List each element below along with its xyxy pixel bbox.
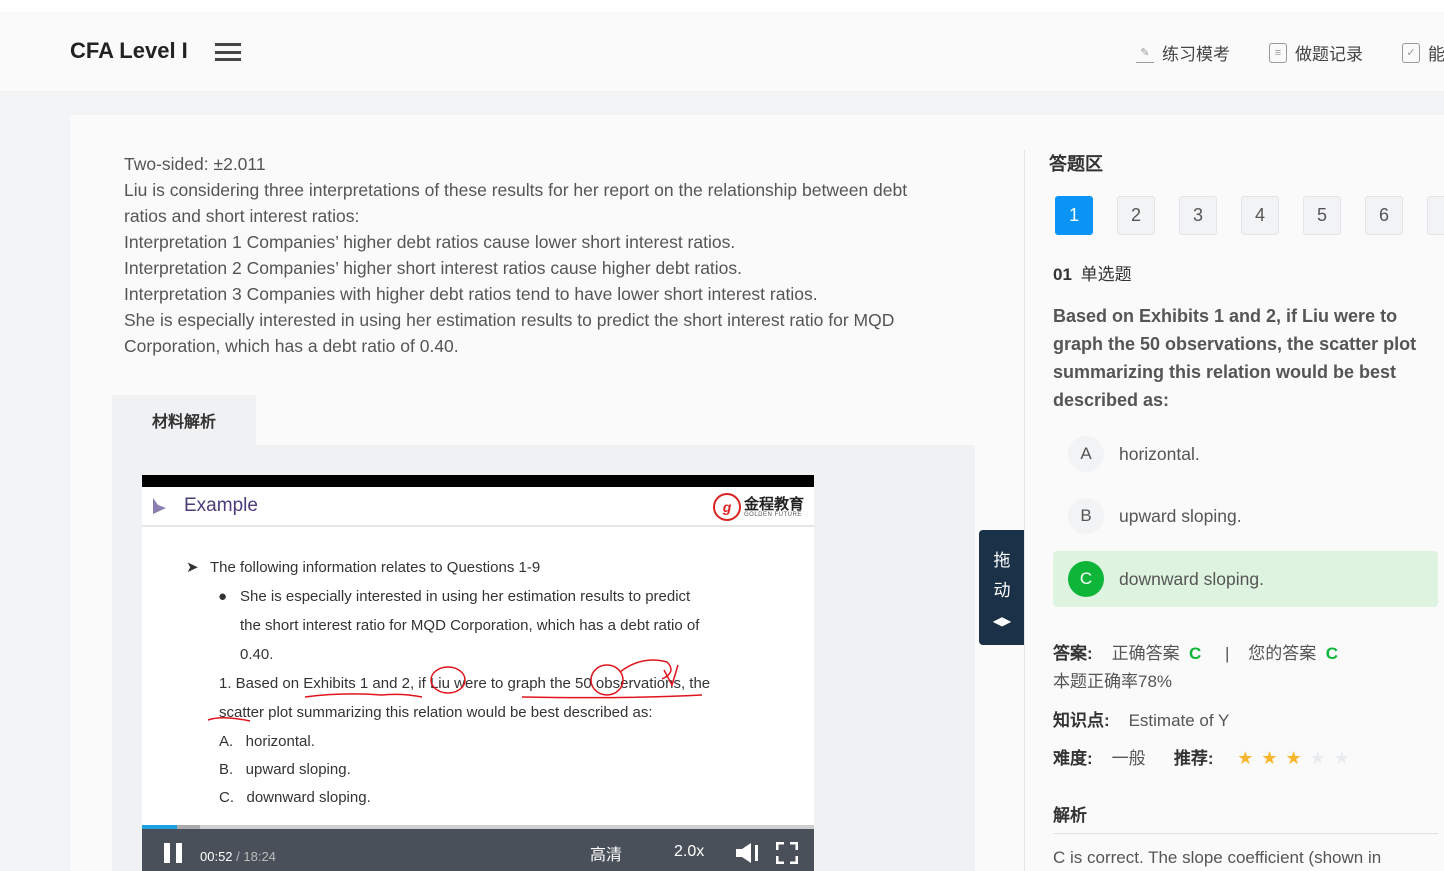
drag-label: 拖 [993, 551, 1011, 570]
recommend-label: 推荐: [1173, 749, 1214, 768]
question-number-nav: 1 2 3 4 5 6 [1055, 196, 1444, 235]
passage: Two-sided: ±2.011 Liu is considering thr… [124, 151, 944, 359]
passage-line: Two-sided: ±2.011 [124, 154, 266, 174]
correct-answer-label: 正确答案 [1111, 644, 1180, 663]
question-number: 01 [1053, 265, 1072, 284]
option-text: horizontal. [1119, 443, 1200, 464]
option-c[interactable]: Cdownward sloping. [1053, 551, 1438, 607]
analysis-title: 解析 [1053, 806, 1087, 825]
clipboard-icon: ≡ [1269, 42, 1287, 63]
option-b[interactable]: Bupward sloping. [1053, 488, 1438, 544]
rating-stars: ★ ★ ★ ★ ★ [1237, 748, 1358, 768]
star-filled-icon: ★ [1261, 748, 1278, 768]
star-empty-icon: ★ [1309, 748, 1326, 768]
nav-ability[interactable]: ✓ 能 [1402, 40, 1444, 65]
current-time: 00:52 [200, 849, 233, 864]
video-player[interactable]: Example g 金程教育 GOLDEN FUTURE ➤ The followi… [142, 475, 814, 871]
video-time: 00:52 / 18:24 [200, 849, 276, 864]
pencil-icon: ✎ [1136, 43, 1154, 63]
drag-handle[interactable]: 拖 动 ◀▶ [979, 530, 1025, 645]
option-letter: B [1068, 498, 1104, 534]
passage-line: Liu is considering three interpretations… [124, 180, 908, 226]
accuracy-rate: 本题正确率78% [1053, 672, 1173, 691]
analysis-text: C is correct. The slope coefficient (sho… [1053, 848, 1382, 867]
question-text: Based on Exhibits 1 and 2, if Liu were t… [1053, 306, 1417, 410]
difficulty-row: 难度: 一般 推荐: ★ ★ ★ ★ ★ [1053, 744, 1358, 769]
question-number-button[interactable]: 2 [1117, 196, 1155, 235]
pen-annotations [207, 659, 703, 722]
answer-row: 答案: 正确答案 C | 您的答案 C [1053, 639, 1338, 664]
star-empty-icon: ★ [1333, 748, 1350, 768]
fullscreen-icon[interactable] [776, 842, 798, 864]
hamburger-menu-icon[interactable] [215, 43, 241, 61]
question-type-label: 单选题 [1080, 265, 1132, 284]
passage-line: Interpretation 1 Companies’ higher debt … [124, 232, 736, 252]
question-number-button[interactable]: 4 [1241, 196, 1279, 235]
top-strip [0, 0, 1444, 12]
speed-button[interactable]: 2.0x [674, 843, 704, 861]
option-letter: A [1068, 436, 1104, 472]
answer-label: 答案: [1053, 644, 1093, 663]
option-text: upward sloping. [1119, 505, 1242, 526]
separator: | [1224, 644, 1230, 663]
drag-label: 动 [993, 581, 1011, 600]
app-title: CFA Level I [70, 38, 188, 63]
nav-label: 能 [1428, 45, 1444, 64]
option-a[interactable]: Ahorizontal. [1053, 426, 1438, 482]
nav-practice[interactable]: ✎ 练习模考 [1136, 40, 1230, 65]
difficulty-label: 难度: [1053, 749, 1093, 768]
knowledge-point: Estimate of Y [1128, 711, 1230, 730]
video-slide: Example g 金程教育 GOLDEN FUTURE ➤ The followi… [142, 487, 814, 825]
question-number-button[interactable] [1427, 196, 1444, 235]
option-text: downward sloping. [1119, 568, 1264, 589]
question-type: 01 单选题 [1053, 260, 1132, 285]
video-controls: 00:52 / 18:24 高清 2.0x [142, 825, 814, 871]
pause-icon[interactable] [164, 843, 182, 863]
panel-divider [1024, 150, 1025, 871]
answer-panel: 答题区 1 2 3 4 5 6 01 单选题 Based on Exhibits… [1049, 150, 1444, 867]
passage-line: She is especially interested in using he… [124, 310, 895, 356]
nav-label: 做题记录 [1295, 45, 1363, 64]
nav-history[interactable]: ≡ 做题记录 [1269, 40, 1363, 65]
resize-arrows-icon: ◀▶ [992, 614, 1012, 628]
analysis-divider [1053, 833, 1438, 834]
question-number-button[interactable]: 5 [1303, 196, 1341, 235]
difficulty-value: 一般 [1111, 749, 1146, 768]
total-time: / 18:24 [232, 849, 276, 864]
passage-line: Interpretation 2 Companies’ higher short… [124, 258, 743, 278]
question-number-button[interactable]: 3 [1179, 196, 1217, 235]
correct-answer: C [1189, 644, 1202, 663]
nav-label: 练习模考 [1162, 45, 1230, 64]
star-filled-icon: ★ [1285, 748, 1302, 768]
option-letter: C [1068, 561, 1104, 597]
knowledge-point-row: 知识点: Estimate of Y [1053, 706, 1229, 731]
checkbox-icon: ✓ [1402, 42, 1420, 63]
tab-material-analysis[interactable]: 材料解析 [112, 395, 256, 445]
question-number-button[interactable]: 1 [1055, 196, 1093, 235]
your-answer-label: 您的答案 [1248, 644, 1317, 663]
knowledge-point-label: 知识点: [1053, 711, 1110, 730]
passage-line: Interpretation 3 Companies with higher d… [124, 284, 818, 304]
your-answer: C [1325, 644, 1338, 663]
video-progress-bar[interactable] [142, 825, 814, 829]
quality-button[interactable]: 高清 [590, 841, 622, 865]
question-number-button[interactable]: 6 [1365, 196, 1403, 235]
header: CFA Level I ✎ 练习模考 ≡ 做题记录 ✓ 能 [0, 12, 1444, 91]
star-filled-icon: ★ [1237, 748, 1254, 768]
volume-icon[interactable] [734, 841, 762, 865]
answer-area-title: 答题区 [1049, 154, 1103, 174]
